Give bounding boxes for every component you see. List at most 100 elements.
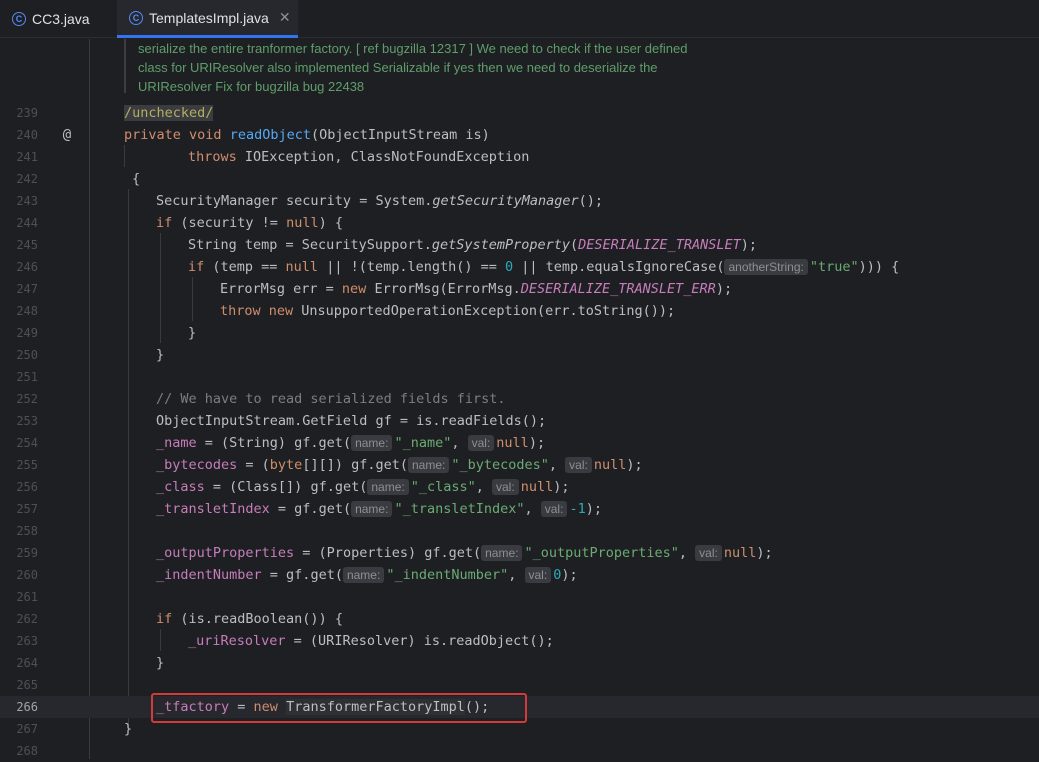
code-token: (security !=: [172, 215, 287, 231]
code-token: );: [528, 435, 546, 451]
line-number: 256: [16, 480, 38, 494]
code-token: SecurityManager security = System.: [156, 193, 433, 209]
code-line: 248 throw new UnsupportedOperationExcept…: [0, 300, 1039, 322]
keyword: throw new: [220, 303, 294, 319]
string-literal: "_class": [410, 479, 476, 495]
field: _class: [156, 479, 205, 495]
override-marker-icon[interactable]: @: [59, 124, 75, 146]
tab-cc3-java[interactable]: C CC3.java: [0, 0, 116, 38]
keyword: if: [156, 215, 173, 231]
code-token: = gf.get(: [261, 567, 343, 583]
line-number: 255: [16, 458, 38, 472]
field: _uriResolver: [188, 633, 286, 649]
code-line: 257 _transletIndex = gf.get(name: "_trans…: [0, 498, 1039, 520]
close-icon[interactable]: ✕: [279, 9, 291, 26]
parameter-hint: anotherString:: [724, 259, 808, 275]
rendered-doc-comment: serialize the entire tranformer factory.…: [120, 39, 1039, 94]
field: _outputProperties: [156, 545, 295, 561]
highlight-annotation-box: [151, 693, 527, 723]
line-number: 267: [16, 722, 38, 736]
code-text: private void readObject(ObjectInputStrea…: [124, 124, 490, 146]
code-line: 255 _bytecodes = (byte[][]) gf.get(name:…: [0, 454, 1039, 476]
code-token: ,: [678, 545, 696, 561]
code-line: 258: [0, 520, 1039, 542]
code-token: ,: [548, 457, 566, 473]
code-line: 261: [0, 586, 1039, 608]
code-token: );: [715, 281, 733, 297]
method-name: readObject: [229, 127, 311, 143]
code-token: ,: [524, 501, 541, 517]
line-number: 246: [16, 260, 38, 274]
field: _bytecodes: [156, 457, 238, 473]
doc-line: class for URIResolver also implemented S…: [138, 60, 658, 75]
code-token: (: [570, 237, 579, 253]
code-text: ObjectInputStream.GetField gf = is.readF…: [156, 413, 547, 429]
code-text: _uriResolver = (URIResolver) is.readObje…: [188, 630, 554, 652]
code-text: _transletIndex = gf.get(name: "_transletI…: [156, 498, 602, 520]
parameter-hint: val:: [565, 457, 592, 473]
parameter-hint: val:: [695, 545, 722, 561]
code-token: || temp.equalsIgnoreCase(: [513, 259, 725, 275]
keyword: null: [496, 435, 529, 451]
tab-label: CC3.java: [32, 11, 90, 27]
line-number: 262: [16, 612, 38, 626]
code-token: ,: [475, 479, 492, 495]
code-line: 263 _uriResolver = (URIResolver) is.read…: [0, 630, 1039, 652]
parameter-hint: name:: [342, 567, 385, 583]
parameter-hint: name:: [481, 545, 523, 561]
line-number: 242: [16, 172, 38, 186]
code-line: 243 SecurityManager security = System.ge…: [0, 190, 1039, 212]
code-editor[interactable]: serialize the entire tranformer factory.…: [0, 39, 1039, 759]
line-number: 248: [16, 304, 38, 318]
code-line: 240 @ private void readObject(ObjectInpu…: [0, 124, 1039, 146]
class-icon: C: [129, 10, 143, 25]
keyword: null: [286, 215, 319, 231]
keyword: if: [188, 259, 205, 275]
code-line: 264 }: [0, 652, 1039, 674]
code-token: [][]) gf.get(: [302, 457, 408, 473]
code-text: _indentNumber = gf.get(name: "_indentNumb…: [156, 564, 578, 586]
code-token: );: [756, 545, 773, 561]
code-token: );: [585, 501, 602, 517]
line-number: 259: [16, 546, 38, 560]
string-literal: "_name": [394, 435, 452, 451]
code-line: 244 if (security != null) {: [0, 212, 1039, 234]
code-text: if (temp == null || !(temp.length() == 0…: [188, 256, 899, 278]
code-token: );: [626, 457, 643, 473]
code-line: 253 ObjectInputStream.GetField gf = is.r…: [0, 410, 1039, 432]
number-literal: -1: [569, 501, 586, 517]
code-line: 246 if (temp == null || !(temp.length() …: [0, 256, 1039, 278]
parameter-hint: val:: [492, 479, 519, 495]
code-token: = (Properties) gf.get(: [294, 545, 482, 561]
doc-line: URIResolver Fix for bugzilla bug 22438: [138, 79, 365, 94]
code-text: if (is.readBoolean()) {: [156, 608, 343, 630]
line-number: 260: [16, 568, 38, 582]
code-text: String temp = SecuritySupport.getSystemP…: [188, 234, 757, 256]
code-line: 242 {: [0, 168, 1039, 190]
code-token: ) {: [318, 215, 343, 231]
keyword: private void: [124, 127, 222, 143]
code-token: );: [561, 567, 578, 583]
tab-templatesimpl-java[interactable]: C TemplatesImpl.java ✕: [117, 0, 298, 38]
annotation: /unchecked/: [124, 105, 214, 121]
keyword: null: [285, 259, 319, 275]
field: _indentNumber: [156, 567, 262, 583]
keyword: new: [341, 281, 367, 297]
static-method: getSecurityManager: [432, 193, 579, 209]
string-literal: "_indentNumber": [386, 567, 509, 583]
code-text: _class = (Class[]) gf.get(name: "_class",…: [156, 476, 569, 498]
line-number: 247: [16, 282, 38, 296]
code-line: 259 _outputProperties = (Properties) gf.…: [0, 542, 1039, 564]
tab-label: TemplatesImpl.java: [149, 9, 269, 26]
code-text: }: [188, 325, 197, 341]
line-number: 245: [16, 238, 38, 252]
parameter-hint: name:: [351, 435, 393, 451]
editor-tab-bar: C CC3.java C TemplatesImpl.java ✕: [0, 0, 1039, 38]
code-token: IOException, ClassNotFoundException: [236, 149, 530, 165]
code-text: throw new UnsupportedOperationException(…: [220, 300, 675, 322]
code-token: ,: [451, 435, 468, 451]
code-line: 254 _name = (String) gf.get(name: "_name"…: [0, 432, 1039, 454]
field: _name: [156, 435, 197, 451]
string-literal: "true": [809, 259, 859, 275]
keyword: byte: [269, 457, 303, 473]
